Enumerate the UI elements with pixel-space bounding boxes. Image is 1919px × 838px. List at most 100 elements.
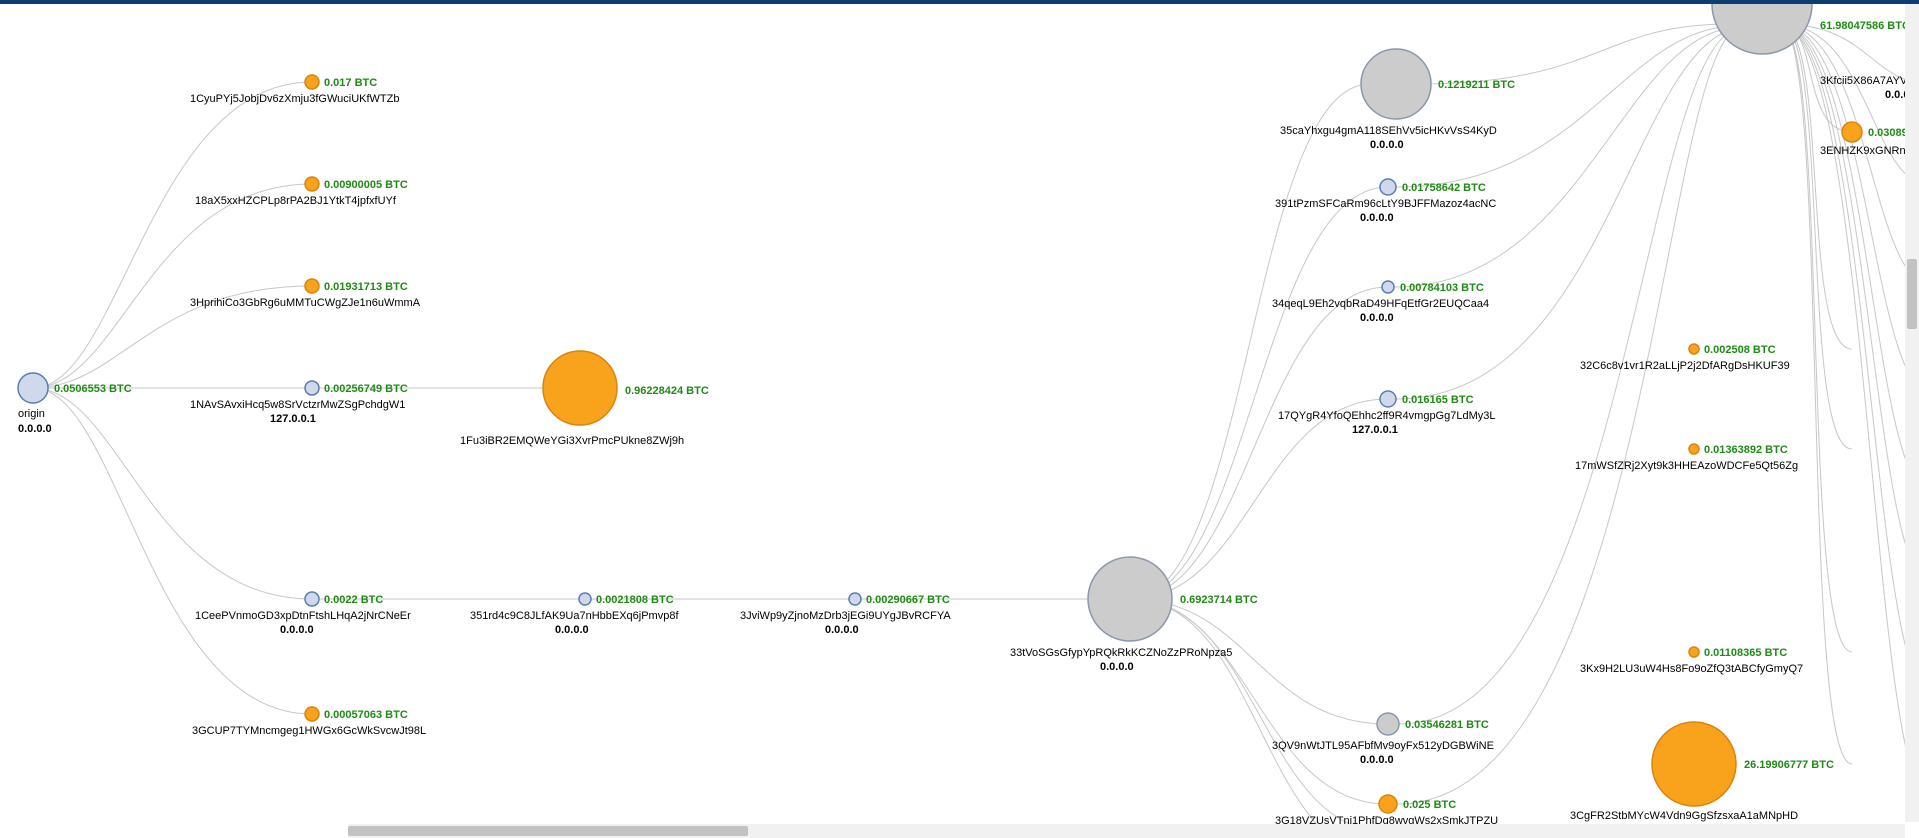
- address-label: 3G18VZUsVTni1PhfDq8wvgWs2xSmkJTPZU: [1275, 815, 1498, 824]
- amount-label: 0.01758642 BTC: [1402, 182, 1486, 194]
- address-label: 1CyuPYj5JobjDv6zXmju3fGWuciUKfWTZb: [190, 93, 399, 105]
- address-label: 1Fu3iBR2EMQWeYGi3XvrPmcPUkne8ZWj9h: [460, 435, 684, 447]
- edge: [1130, 599, 1388, 804]
- graph-canvas[interactable]: 0.0506553 BTC origin 0.0.0.0 0.017 BTC 1…: [0, 4, 1905, 824]
- edge: [1130, 599, 1388, 824]
- amount-label: 61.98047586 BTC: [1820, 20, 1905, 32]
- ip-label: 0.0.0.0: [1100, 661, 1134, 673]
- address-label: 3JviWp9yZjnoMzDrb3jEGi9UYgJBvRCFYA: [740, 610, 951, 622]
- ip-label: 0.0.0.0: [825, 624, 859, 636]
- amount-label: 26.19906777 BTC: [1744, 759, 1834, 771]
- edge: [1130, 187, 1388, 599]
- address-label: 32C6c8v1vr1R2aLLjP2j2DfARgDsHKUF39: [1580, 360, 1790, 372]
- ip-label: 0.0.0.0: [18, 423, 52, 435]
- amount-label: 0.0506553 BTC: [54, 383, 132, 395]
- amount-label: 0.00256749 BTC: [324, 383, 408, 395]
- amount-label: 0.00784103 BTC: [1400, 282, 1484, 294]
- edge: [1780, 24, 1852, 449]
- edge: [1130, 84, 1370, 599]
- amount-label: 0.01108365 BTC: [1704, 647, 1787, 659]
- edge: [33, 184, 312, 388]
- node-left-5[interactable]: 0.00057063 BTC 3GCUP7TYMncmgeg1HWGx6GcWk…: [192, 707, 426, 737]
- transaction-graph-svg[interactable]: 0.0506553 BTC origin 0.0.0.0 0.017 BTC 1…: [0, 4, 1905, 824]
- ip-label: 0.0.0.0: [1360, 312, 1394, 324]
- node-hubout-5[interactable]: 0.025 BTC 3G18VZUsVTni1PhfDq8wvgWs2xSmkJ…: [1275, 795, 1498, 824]
- ip-label: 0.0.0.0: [280, 624, 314, 636]
- ip-label: 0.0.0.0: [1370, 139, 1404, 151]
- amount-label: 0.017 BTC: [324, 77, 377, 89]
- address-label: 3Kfcii5X86A7AYVU4G9Ck65b11aFin37nN: [1820, 75, 1905, 87]
- edge: [1780, 24, 1905, 804]
- amount-label: 0.030896849999999997 BTC: [1868, 127, 1905, 139]
- node-hubout-1[interactable]: 0.01758642 BTC 391tPzmSFCaRm96cLtY9BJFFM…: [1275, 179, 1496, 224]
- ip-label: 0.0.0.0: [1885, 89, 1905, 101]
- ip-label: 127.0.0.1: [1352, 424, 1398, 436]
- node-origin[interactable]: 0.0506553 BTC origin 0.0.0.0: [18, 373, 132, 435]
- node-bigout-1[interactable]: 0.002508 BTC 32C6c8v1vr1R2aLLjP2j2DfARgD…: [1580, 344, 1790, 372]
- amount-label: 0.03546281 BTC: [1405, 719, 1489, 731]
- amount-label: 0.1219211 BTC: [1438, 79, 1515, 91]
- node-hubout-4[interactable]: 0.03546281 BTC 3QV9nWtJTL95AFbfMv9oyFx51…: [1272, 713, 1494, 766]
- amount-label: 0.01363892 BTC: [1704, 444, 1788, 456]
- amount-label: 0.00900005 BTC: [324, 179, 408, 191]
- address-label: 3CgFR2StbMYcW4Vdn9GgSfzsxaA1aMNpHD: [1570, 810, 1798, 822]
- edge: [1418, 24, 1730, 84]
- amount-label: 0.00057063 BTC: [324, 709, 408, 721]
- edge: [1780, 24, 1905, 696]
- node-bighub[interactable]: 61.98047586 BTC 3Kfcii5X86A7AYVU4G9Ck65b…: [1712, 4, 1905, 101]
- vertical-scrollbar-thumb[interactable]: [1907, 259, 1917, 329]
- address-label: origin: [18, 408, 45, 420]
- horizontal-scrollbar-thumb[interactable]: [348, 826, 748, 836]
- node-bigout-4[interactable]: 26.19906777 BTC 3CgFR2StbMYcW4Vdn9GgSfzs…: [1570, 722, 1834, 822]
- edge: [1780, 24, 1852, 764]
- amount-label: 0.025 BTC: [1403, 799, 1456, 811]
- address-label: 1NAvSAvxiHcq5w8SrVctzrMwZSgPchdgW1: [190, 399, 405, 411]
- address-label: 17QYgR4YfoQEhhc2ff9R4vmgpGg7LdMy3L: [1278, 410, 1495, 422]
- node-left-2[interactable]: 0.01931713 BTC 3HprihiCo3GbRg6uMMTuCWgZJ…: [190, 279, 421, 309]
- edge: [1396, 26, 1730, 187]
- edge: [1780, 24, 1852, 349]
- ip-label: 0.0.0.0: [555, 624, 589, 636]
- amount-label: 0.96228424 BTC: [625, 385, 709, 397]
- address-label: 18aX5xxHZCPLp8rPA2BJ1YtkT4jpfxfUYf: [195, 195, 397, 207]
- amount-label: 0.002508 BTC: [1704, 344, 1776, 356]
- address-label: 391tPzmSFCaRm96cLtY9BJFFMazoz4acNC: [1275, 198, 1496, 210]
- address-label: 17mWSfZRj2Xyt9k3HHEAzoWDCFe5Qt56Zg: [1575, 460, 1798, 472]
- node-fu3[interactable]: 0.96228424 BTC 1Fu3iBR2EMQWeYGi3XvrPmcPU…: [460, 351, 709, 447]
- amount-label: 0.6923714 BTC: [1180, 594, 1258, 606]
- ip-label: 0.0.0.0: [1360, 754, 1394, 766]
- amount-label: 0.0022 BTC: [324, 594, 383, 606]
- address-label: 3Kx9H2LU3uW4Hs8Fo9oZfQ3tABCfyGmyQ7: [1580, 663, 1803, 675]
- edge: [1130, 287, 1388, 599]
- node-left-0[interactable]: 0.017 BTC 1CyuPYj5JobjDv6zXmju3fGWuciUKf…: [190, 75, 399, 105]
- edge: [1130, 599, 1388, 824]
- amount-label: 0.00290667 BTC: [866, 594, 950, 606]
- amount-label: 0.01931713 BTC: [324, 281, 408, 293]
- node-bigout-2[interactable]: 0.01363892 BTC 17mWSfZRj2Xyt9k3HHEAzoWDC…: [1575, 444, 1798, 472]
- edge: [1130, 399, 1388, 599]
- horizontal-scrollbar[interactable]: [348, 824, 1905, 838]
- node-hub[interactable]: 0.6923714 BTC 33tVoSGsGfypYpRQkRkKCZNoZz…: [1010, 557, 1258, 673]
- amount-label: 0.0021808 BTC: [596, 594, 674, 606]
- address-label: 1CeePVnmoGD3xpDtnFtshLHqA2jNrCNeEr: [195, 610, 411, 622]
- node-hubout-0[interactable]: 0.1219211 BTC 35caYhxgu4gmA118SEhVv5icHK…: [1280, 49, 1515, 151]
- vertical-scrollbar[interactable]: [1905, 4, 1919, 822]
- address-label: 3QV9nWtJTL95AFbfMv9oyFx512yDGBWiNE: [1272, 740, 1494, 752]
- address-label: 35caYhxgu4gmA118SEhVv5icHKvVsS4KyD: [1280, 125, 1497, 137]
- node-hubout-3[interactable]: 0.016165 BTC 17QYgR4YfoQEhhc2ff9R4vmgpGg…: [1278, 391, 1495, 436]
- edge: [33, 388, 312, 714]
- edge: [1780, 24, 1852, 652]
- address-label: 3HprihiCo3GbRg6uMMTuCWgZJe1n6uWmmA: [190, 297, 421, 309]
- node-bigout-3[interactable]: 0.01108365 BTC 3Kx9H2LU3uW4Hs8Fo9oZfQ3tA…: [1580, 647, 1803, 675]
- node-left-1[interactable]: 0.00900005 BTC 18aX5xxHZCPLp8rPA2BJ1YtkT…: [195, 177, 408, 207]
- edge: [33, 82, 312, 388]
- address-label: 33tVoSGsGfypYpRQkRkKCZNoZzPRoNpza5: [1010, 647, 1232, 659]
- edge: [1394, 28, 1730, 287]
- address-label: 351rd4c9C8JLfAK9Ua7nHbbEXq6jPmvp8f: [470, 610, 679, 622]
- address-label: 34qeqL9Eh2vqbRaD49HFqEtfGr2EUQCaa4: [1272, 298, 1489, 310]
- ip-label: 127.0.0.1: [270, 413, 316, 425]
- amount-label: 0.016165 BTC: [1402, 394, 1474, 406]
- address-label: 3ENHZK9xGNRnAGvnzep3BAK1JDR6hte8Yt: [1820, 145, 1905, 157]
- ip-label: 0.0.0.0: [1360, 212, 1394, 224]
- address-label: 3GCUP7TYMncmgeg1HWGx6GcWkSvcwJt98L: [192, 725, 426, 737]
